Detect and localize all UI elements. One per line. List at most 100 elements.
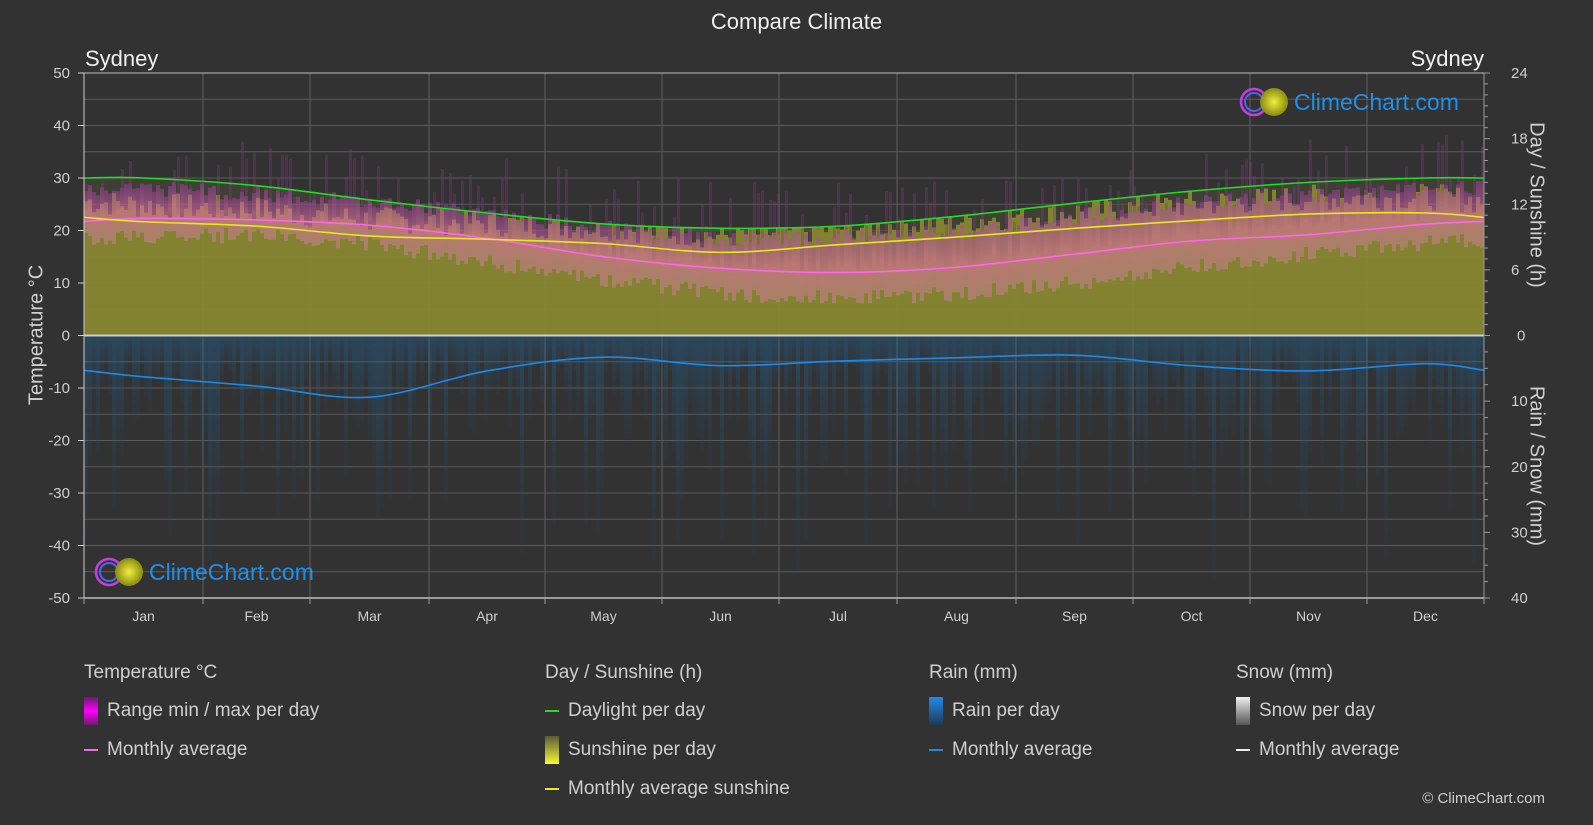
left-tick-label: -10 bbox=[48, 380, 70, 397]
rain-bar bbox=[1436, 335, 1440, 403]
rain-bar bbox=[200, 335, 204, 464]
rain-bar bbox=[1068, 335, 1072, 366]
climechart-logo-bottom[interactable]: ClimeChart.com bbox=[93, 556, 314, 588]
temp-range-bar bbox=[528, 214, 532, 269]
rain-bar bbox=[1392, 335, 1396, 375]
rain-bar bbox=[88, 335, 92, 456]
temp-range-bar bbox=[1424, 186, 1428, 243]
rain-bar bbox=[260, 335, 264, 451]
temp-range-bar bbox=[1440, 191, 1444, 239]
temp-range-bar bbox=[236, 198, 240, 236]
temp-range-bar bbox=[1256, 200, 1260, 262]
temp-range-bar bbox=[520, 221, 524, 271]
rain-bar bbox=[324, 335, 328, 413]
rain-bar bbox=[780, 335, 784, 364]
legend-item-snow: Snow per day bbox=[1236, 697, 1399, 725]
rain-bar bbox=[544, 335, 548, 400]
rain-bar bbox=[572, 335, 576, 371]
temp-range-bar bbox=[100, 187, 104, 239]
temp-range-bar bbox=[1244, 193, 1248, 267]
temp-range-bar bbox=[1328, 193, 1332, 252]
rain-bar bbox=[156, 335, 160, 382]
rain-area bbox=[84, 335, 1484, 580]
rain-bar bbox=[220, 335, 224, 384]
temp-range-bar bbox=[1116, 218, 1120, 278]
temp-range-bar bbox=[1344, 187, 1348, 253]
temp-range-bar bbox=[708, 232, 712, 289]
temp-range-bar bbox=[88, 185, 92, 237]
rain-bar bbox=[348, 335, 352, 373]
temp-range-bar bbox=[692, 242, 696, 284]
rain-bar bbox=[1360, 335, 1364, 480]
temp-range-bar bbox=[864, 241, 868, 294]
temp-max-spike bbox=[901, 187, 904, 236]
temp-range-bar bbox=[1324, 200, 1328, 249]
rain-bar bbox=[332, 335, 336, 388]
temp-max-spike bbox=[649, 228, 652, 233]
rain-bar bbox=[1340, 335, 1344, 512]
temp-range-bar bbox=[1216, 201, 1220, 271]
rain-bar bbox=[1136, 335, 1140, 466]
temp-max-spike bbox=[101, 182, 104, 188]
rain-bar bbox=[840, 335, 844, 369]
rain-bar bbox=[1228, 335, 1232, 426]
snow-swatch bbox=[1236, 697, 1250, 725]
rain-bar bbox=[1096, 335, 1100, 394]
rain-bar bbox=[432, 335, 436, 388]
temp-range-bar bbox=[1460, 181, 1464, 235]
rain-bar bbox=[1452, 335, 1456, 386]
sunshine-bar bbox=[164, 215, 168, 336]
right-axis-top-title: Day / Sunshine (h) bbox=[1525, 122, 1548, 288]
snow-avg-swatch bbox=[1236, 749, 1250, 751]
rain-bar bbox=[476, 335, 480, 390]
legend-item-temp-range: Range min / max per day bbox=[84, 697, 319, 725]
sunshine-bar bbox=[356, 225, 360, 336]
rain-bar bbox=[828, 335, 832, 372]
rain-bar bbox=[928, 335, 932, 375]
temp-range-bar bbox=[904, 241, 908, 291]
x-tick-label-jul: Jul bbox=[829, 608, 847, 624]
temp-range-bar bbox=[984, 226, 988, 297]
rain-bar bbox=[1008, 335, 1012, 423]
temp-max-spike bbox=[701, 204, 704, 242]
temp-range-bar bbox=[1368, 197, 1372, 245]
temp-range-bar bbox=[1292, 203, 1296, 252]
temp-range-bar bbox=[1268, 204, 1272, 257]
x-tick-label-nov: Nov bbox=[1296, 608, 1321, 624]
temp-max-spike bbox=[1381, 184, 1384, 187]
temp-range-bar bbox=[1232, 206, 1236, 261]
temp-range-bar bbox=[120, 187, 124, 232]
temp-max-spike bbox=[653, 206, 656, 240]
rain-bar bbox=[684, 335, 688, 461]
rain-bar bbox=[508, 335, 512, 430]
temp-range-bar bbox=[356, 197, 360, 236]
rain-bar bbox=[1024, 335, 1028, 460]
temp-max-spike bbox=[353, 158, 356, 197]
x-tick-label-sep: Sep bbox=[1062, 608, 1087, 624]
temp-range-bar bbox=[1388, 190, 1392, 245]
temp-max-spike bbox=[729, 197, 732, 246]
left-tick-label: -20 bbox=[48, 433, 70, 450]
legend-rain: Rain (mm) Rain per day Monthly average bbox=[929, 662, 1092, 778]
left-tick-label: 40 bbox=[53, 118, 70, 135]
temp-range-bar bbox=[220, 199, 224, 244]
rain-bar bbox=[924, 335, 928, 365]
rain-bar bbox=[860, 335, 864, 413]
temp-range-bar bbox=[660, 226, 664, 294]
temp-max-spike bbox=[673, 216, 676, 228]
temp-range-bar bbox=[680, 233, 684, 284]
rain-bar bbox=[1072, 335, 1076, 377]
rain-bar bbox=[628, 335, 632, 442]
temp-max-spike bbox=[1085, 187, 1088, 208]
climechart-logo-top[interactable]: ClimeChart.com bbox=[1238, 86, 1459, 118]
rain-bar bbox=[1208, 335, 1212, 426]
temp-max-spike bbox=[1293, 186, 1296, 204]
temp-max-spike bbox=[1433, 187, 1436, 190]
temp-max-spike bbox=[641, 212, 644, 225]
temp-range-bar bbox=[736, 243, 740, 293]
temp-max-spike bbox=[849, 194, 852, 235]
temp-max-spike bbox=[505, 158, 508, 210]
temp-range-bar bbox=[408, 210, 412, 252]
temp-max-spike bbox=[1077, 178, 1080, 224]
copyright[interactable]: © ClimeChart.com bbox=[1422, 790, 1545, 807]
